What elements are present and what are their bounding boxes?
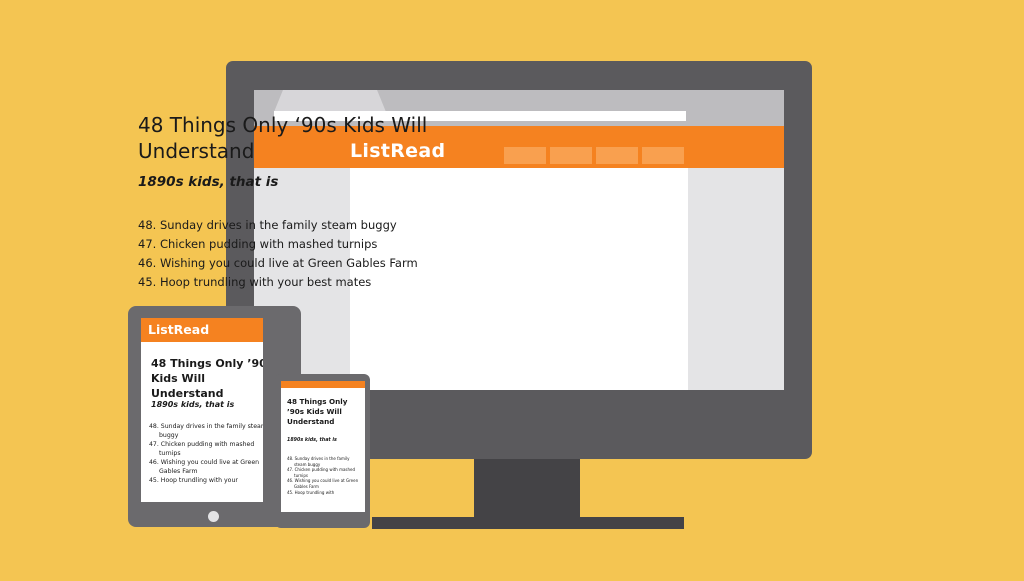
list-item: 48. Sunday drives in the family steam bu… xyxy=(149,423,263,439)
monitor-stand-base xyxy=(372,517,684,529)
list-item: 45. Hoop trundling with xyxy=(287,489,335,495)
phone-site-header xyxy=(281,381,365,388)
article-title: 48 Things Only ‘90s Kids Will Understand xyxy=(138,113,428,163)
list-item: 45. Hoop trundling with your xyxy=(149,477,238,484)
nav-item-3[interactable] xyxy=(596,147,638,164)
browser-tab[interactable] xyxy=(274,90,386,112)
article-list: 48. Sunday drives in the family steam bu… xyxy=(138,216,458,292)
article-subtitle: 1890s kids, that is xyxy=(138,174,279,190)
nav-item-4[interactable] xyxy=(642,147,684,164)
list-item: 48. Sunday drives in the family steam bu… xyxy=(138,218,397,232)
tablet-site-logo[interactable]: ListRead xyxy=(148,322,209,337)
nav-item-2[interactable] xyxy=(550,147,592,164)
tablet-screen: ListRead 48 Things Only ’90s Kids Will U… xyxy=(141,318,263,502)
phone-article-list: 48. Sunday drives in the family steam bu… xyxy=(287,456,363,495)
tablet-article-subtitle: 1890s kids, that is xyxy=(151,400,235,409)
list-item: 47. Chicken pudding with mashed turnips xyxy=(138,237,378,251)
phone-article-subtitle: 1890s kids, that is xyxy=(287,438,337,443)
list-item: 48. Sunday drives in the family steam bu… xyxy=(287,456,350,467)
list-item: 46. Wishing you could live at Green Gabl… xyxy=(149,459,260,475)
list-item: 45. Hoop trundling with your best mates xyxy=(138,275,372,289)
tablet-home-button[interactable] xyxy=(208,511,219,522)
phone-article-title: 48 Things Only ’90s Kids Will Understand xyxy=(287,397,348,426)
list-item: 47. Chicken pudding with mashed turnips xyxy=(287,467,356,478)
list-item: 46. Wishing you could live at Green Gabl… xyxy=(138,256,418,270)
phone-screen: 48 Things Only ’90s Kids Will Understand… xyxy=(281,381,365,512)
tablet-article-list: 48. Sunday drives in the family steam bu… xyxy=(149,422,263,485)
list-item: 46. Wishing you could live at Green Gabl… xyxy=(287,478,359,489)
tablet-article-title: 48 Things Only ’90s Kids Will Understand xyxy=(151,357,263,400)
monitor-stand-neck xyxy=(474,459,580,519)
list-item: 47. Chicken pudding with mashed turnips xyxy=(149,441,255,457)
nav-item-1[interactable] xyxy=(504,147,546,164)
